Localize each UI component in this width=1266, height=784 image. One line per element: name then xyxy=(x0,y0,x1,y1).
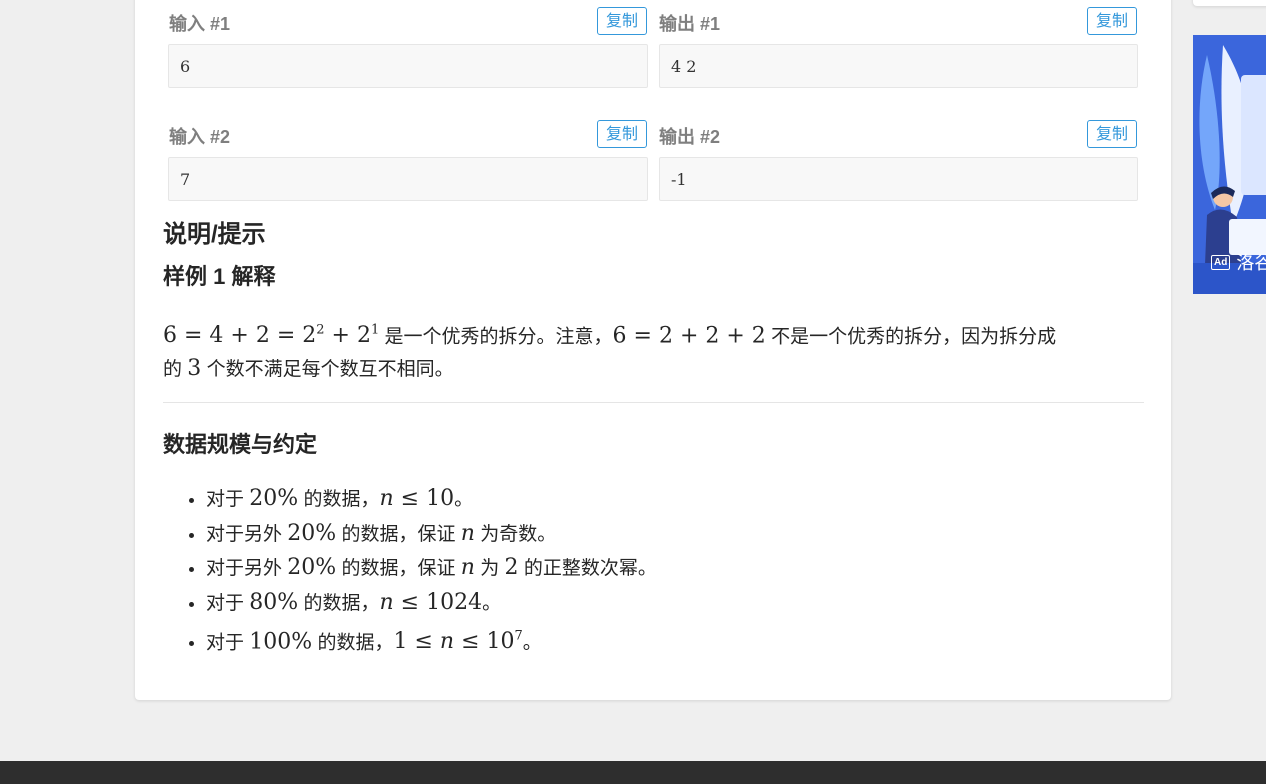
sample-input-label: 输入 #2 xyxy=(169,127,231,147)
sample-input-label: 输入 #1 xyxy=(169,14,231,34)
sample-input-box[interactable]: 6 xyxy=(168,44,648,88)
copy-input-button[interactable]: 复制 xyxy=(597,7,647,35)
constraint-item: 对于另外 20% 的数据，保证 n 为 2 的正整数次幂。 xyxy=(206,551,657,586)
math-expression: 3 xyxy=(187,356,202,382)
sample-output-box[interactable]: -1 xyxy=(659,157,1138,201)
copy-output-button[interactable]: 复制 xyxy=(1087,120,1137,148)
hint-heading: 说明/提示 xyxy=(163,221,266,248)
math-expression: 6 = 2 + 2 + 2 xyxy=(612,323,766,349)
sample-output-label: 输出 #1 xyxy=(659,14,721,34)
constraint-item: 对于 100% 的数据，1 ≤ n ≤ 107。 xyxy=(206,620,657,660)
sample-explanation: 6 = 4 + 2 = 22 + 21 是一个优秀的拆分。注意，6 = 2 + … xyxy=(163,315,1153,386)
sample-input-box[interactable]: 7 xyxy=(168,157,648,201)
explain-text: 的 xyxy=(163,359,183,381)
page-footer xyxy=(0,761,1266,784)
constraints-list: 对于 20% 的数据，n ≤ 10。 对于另外 20% 的数据，保证 n 为奇数… xyxy=(163,482,657,660)
sample-output-label: 输出 #2 xyxy=(659,127,721,147)
sample-explain-heading: 样例 1 解释 xyxy=(163,264,276,289)
math-expression: 6 = 4 + 2 = 22 + 21 xyxy=(163,323,380,349)
copy-output-button[interactable]: 复制 xyxy=(1087,7,1137,35)
copy-input-button[interactable]: 复制 xyxy=(597,120,647,148)
section-divider xyxy=(163,402,1144,403)
sidebar-card xyxy=(1193,0,1266,6)
ad-label: Ad 洛谷 xyxy=(1211,249,1266,275)
constraints-heading: 数据规模与约定 xyxy=(163,432,318,457)
constraint-item: 对于 20% 的数据，n ≤ 10。 xyxy=(206,482,657,517)
constraint-item: 对于另外 20% 的数据，保证 n 为奇数。 xyxy=(206,517,657,552)
explain-text: 不是一个优秀的拆分，因为拆分成 xyxy=(771,326,1057,348)
ad-banner[interactable]: Ad 洛谷 xyxy=(1193,35,1266,294)
explain-text: 个数不满足每个数互不相同。 xyxy=(206,359,454,381)
explain-text: 是一个优秀的拆分。注意， xyxy=(384,326,613,348)
sample-output-box[interactable]: 4 2 xyxy=(659,44,1138,88)
constraint-item: 对于 80% 的数据，n ≤ 1024。 xyxy=(206,586,657,621)
